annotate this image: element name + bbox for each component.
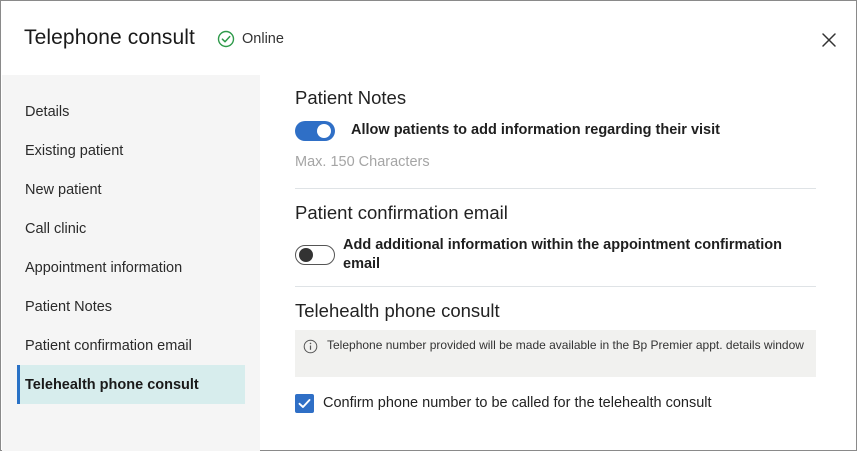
status-label: Online xyxy=(242,31,284,47)
patient-notes-toggle[interactable] xyxy=(295,121,335,141)
confirmation-email-toggle[interactable] xyxy=(295,245,335,265)
sidebar-item-existing-patient[interactable]: Existing patient xyxy=(17,131,245,170)
close-icon[interactable] xyxy=(818,29,840,51)
confirmation-email-toggle-label: Add additional information within the ap… xyxy=(343,237,783,272)
toggle-knob xyxy=(317,124,331,138)
sidebar-item-call-clinic[interactable]: Call clinic xyxy=(17,209,245,248)
status-indicator: Online xyxy=(217,29,284,49)
checkmark-icon xyxy=(298,399,311,408)
telephone-consult-dialog: Telephone consult Online Details Existin… xyxy=(0,0,857,451)
confirm-phone-checkbox-label: Confirm phone number to be called for th… xyxy=(323,395,712,411)
sidebar-item-patient-confirmation-email[interactable]: Patient confirmation email xyxy=(17,326,245,365)
dialog-header: Telephone consult Online xyxy=(1,1,856,75)
sidebar-item-label: Existing patient xyxy=(25,142,124,159)
info-banner: Telephone number provided will be made a… xyxy=(295,330,816,377)
sidebar-item-label: New patient xyxy=(25,181,102,198)
settings-content: Patient Notes Allow patients to add info… xyxy=(260,75,856,451)
sidebar-item-label: Appointment information xyxy=(25,259,183,276)
sidebar-item-label: Details xyxy=(25,103,70,120)
sidebar-item-patient-notes[interactable]: Patient Notes xyxy=(17,287,245,326)
telehealth-title: Telehealth phone consult xyxy=(295,300,500,321)
patient-notes-toggle-label: Allow patients to add information regard… xyxy=(351,122,720,138)
sidebar-item-new-patient[interactable]: New patient xyxy=(17,170,245,209)
sidebar-item-label: Patient Notes xyxy=(25,298,113,315)
toggle-knob xyxy=(299,247,313,262)
sidebar-item-label: Call clinic xyxy=(25,220,87,237)
check-circle-icon xyxy=(217,30,235,48)
max-characters-hint: Max. 150 Characters xyxy=(295,154,430,170)
sidebar-item-label: Patient confirmation email xyxy=(25,337,192,354)
info-text: Telephone number provided will be made a… xyxy=(327,338,804,352)
sidebar-item-details[interactable]: Details xyxy=(17,92,245,131)
section-divider xyxy=(295,286,816,287)
info-icon xyxy=(303,339,318,354)
sidebar-item-label: Telehealth phone consult xyxy=(25,376,199,393)
confirm-phone-checkbox[interactable] xyxy=(295,394,314,413)
dialog-title: Telephone consult xyxy=(24,26,195,49)
sidebar-item-appointment-information[interactable]: Appointment information xyxy=(17,248,245,287)
section-divider xyxy=(295,188,816,189)
sidebar-nav: Details Existing patient New patient Cal… xyxy=(2,75,260,451)
patient-notes-title: Patient Notes xyxy=(295,87,407,108)
sidebar-item-telehealth-phone-consult[interactable]: Telehealth phone consult xyxy=(17,365,245,404)
confirmation-email-title: Patient confirmation email xyxy=(295,202,508,223)
